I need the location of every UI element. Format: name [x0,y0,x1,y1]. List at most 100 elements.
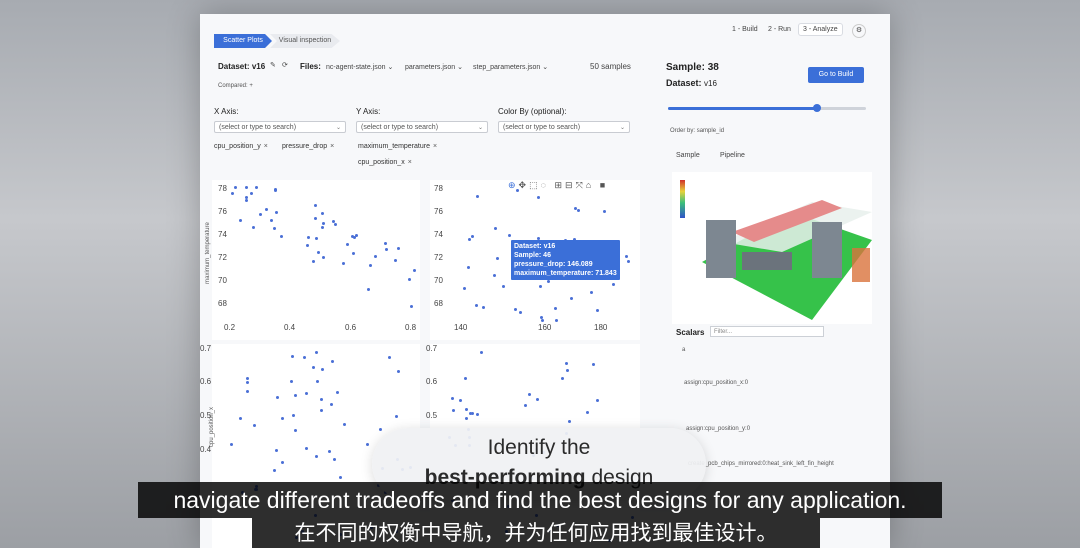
scatter-point[interactable] [496,256,500,260]
scatter-point[interactable] [564,361,568,365]
step-analyze[interactable]: 3 - Analyze [798,23,843,36]
scalar-row: assign:cpu_position_y:0 [686,426,751,432]
scatter-point[interactable] [527,392,531,396]
scatter-point[interactable] [513,307,517,311]
pan-icon[interactable]: ✥ [519,180,530,190]
tick-label: 0.5 [426,411,438,420]
zoom-in-icon[interactable]: ⊞ [554,180,565,190]
box-select-icon[interactable]: ⬚ [529,180,541,190]
scatter-point[interactable] [330,359,334,363]
sample-slider[interactable] [668,104,866,112]
x-chip[interactable]: pressure_drop × [282,143,334,150]
scatter-point[interactable] [230,442,234,446]
scatter-point[interactable] [313,217,317,221]
scatter-point[interactable] [329,403,333,406]
scatter-point[interactable] [577,208,581,212]
scatter-point[interactable] [335,390,339,394]
tick-label: 0.6 [345,323,357,332]
scatter-point[interactable] [270,218,274,222]
scatter-point[interactable] [591,362,595,366]
x-chip[interactable]: cpu_position_y × [214,143,268,150]
y-axis-select[interactable]: (select or type to search) ⌄ [356,121,488,133]
scatter-point[interactable] [475,412,479,416]
scatter-point[interactable] [302,356,306,360]
scatter-point[interactable] [523,403,527,407]
file-chip[interactable]: step_parameters.json ⌄ [473,63,548,71]
filter-input[interactable]: Filter... [710,326,824,337]
settings-icon[interactable]: ⚙ [852,24,866,38]
scatter-point[interactable] [367,287,371,291]
file-chip[interactable]: nc-agent-state.json ⌄ [326,63,393,71]
scatter-point[interactable] [388,355,392,359]
scatter-point[interactable] [292,413,296,417]
add-compare-button[interactable]: + [249,83,253,89]
scatter-point[interactable] [589,290,593,294]
scatter-point[interactable] [244,199,248,203]
go-to-build-button[interactable]: Go to Build [808,67,864,83]
scatter-point[interactable] [314,455,318,459]
scatter-point[interactable] [507,234,511,238]
tab-visual-inspection[interactable]: Visual inspection [270,34,340,48]
autoscale-icon[interactable]: ⤧ [576,180,586,190]
scatter-point[interactable] [320,397,324,401]
scatter-point[interactable] [373,254,377,258]
scatter-point[interactable] [515,188,519,192]
home-icon[interactable]: ⌂ [586,180,594,190]
scatter-point[interactable] [339,475,343,479]
slider-thumb[interactable] [812,104,821,112]
scatter-point[interactable] [246,389,250,393]
x-axis-select[interactable]: (select or type to search) ⌄ [214,121,346,133]
tab-sample[interactable]: Sample [676,152,700,159]
scatter-point[interactable] [314,237,318,241]
scatter-point[interactable] [304,446,308,450]
scatter-point[interactable] [451,408,455,412]
color-by-select[interactable]: (select or type to search) ⌄ [498,121,630,133]
sample-value: 38 [707,62,719,73]
scatter-point[interactable] [479,350,483,354]
scatter-point[interactable] [463,377,467,381]
scatter-point[interactable] [319,408,323,412]
order-by[interactable]: Order by: sample_id [670,128,724,134]
scatter-point[interactable] [536,196,540,200]
y-chip[interactable]: maximum_temperature × [358,143,437,150]
3d-render-view[interactable] [672,172,872,324]
scatter-point[interactable] [313,203,317,207]
scatter-point[interactable] [464,407,468,411]
scatter-point[interactable] [450,396,454,400]
logo-icon[interactable]: ■ [600,180,608,190]
scatter-point[interactable] [554,318,558,322]
scatter-point[interactable] [346,242,350,246]
scatter-point[interactable] [458,398,462,402]
scatter-point[interactable] [384,248,388,252]
scatter-point[interactable] [244,186,248,189]
scatter-point[interactable] [546,280,550,284]
scatter-point[interactable] [312,259,316,263]
lasso-icon[interactable]: ◌ [541,180,549,190]
tab-pipeline[interactable]: Pipeline [720,152,745,159]
y-chip[interactable]: cpu_position_x × [358,159,412,166]
scatter-point[interactable] [612,282,615,286]
zoom-out-icon[interactable]: ⊟ [565,180,576,190]
scatter-point[interactable] [538,285,542,288]
scatter-point[interactable] [274,187,278,191]
scatter-point[interactable] [493,226,497,230]
edit-icon[interactable]: ✎ [270,61,276,69]
tab-scatter-plots[interactable]: Scatter Plots [214,34,272,48]
file-chip[interactable]: parameters.json ⌄ [405,63,463,71]
scatter-point[interactable] [331,220,335,224]
scatter-point[interactable] [464,417,468,420]
scatter-point[interactable] [407,278,411,282]
scatter-point[interactable] [352,236,356,240]
step-build[interactable]: 1 - Build [732,26,758,33]
scatter-point[interactable] [595,308,599,312]
scatter-point[interactable] [585,410,589,414]
tick-label: 78 [218,184,227,193]
tick-label: 0.7 [200,344,212,353]
scatter-point[interactable] [501,285,505,289]
scatter-point[interactable] [316,379,320,383]
step-run[interactable]: 2 - Run [768,26,791,33]
scatter-point[interactable] [272,226,276,230]
scatter-point[interactable] [245,380,249,384]
refresh-icon[interactable]: ⟳ [282,61,288,69]
scatter-point[interactable] [565,368,569,372]
